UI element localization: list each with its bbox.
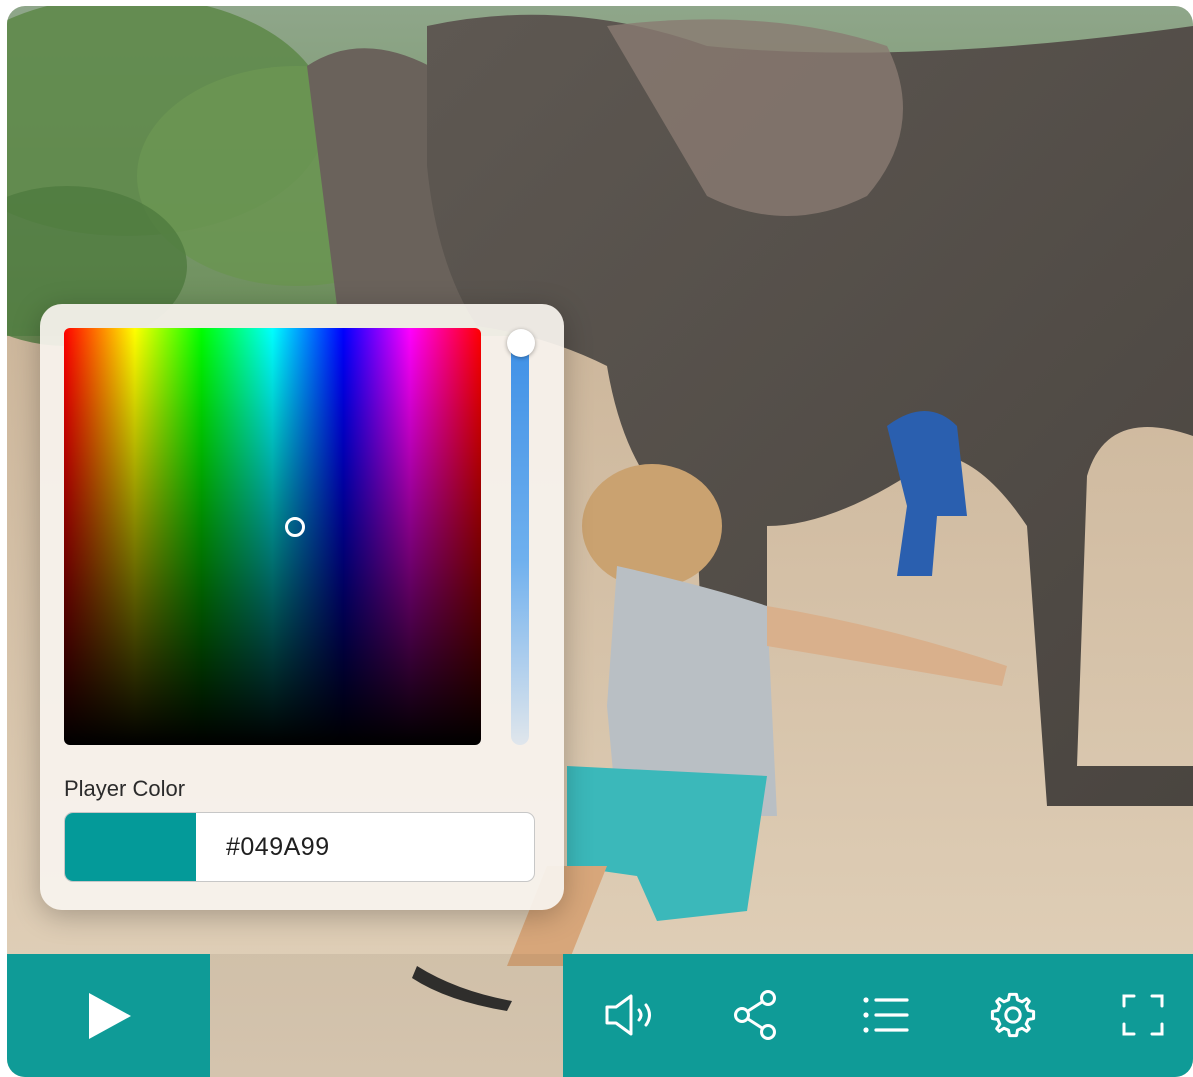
share-icon <box>734 990 776 1040</box>
saturation-cursor[interactable] <box>285 517 305 537</box>
volume-icon <box>605 994 651 1036</box>
play-icon <box>88 992 131 1039</box>
progress-area[interactable] <box>210 954 563 1077</box>
hue-slider-thumb[interactable] <box>507 329 535 357</box>
fullscreen-button[interactable] <box>1113 985 1173 1045</box>
color-swatch <box>65 813 196 881</box>
controls-right <box>563 954 1193 1077</box>
volume-button[interactable] <box>600 985 660 1045</box>
player-color-label: Player Color <box>64 776 186 801</box>
control-bar <box>7 954 1193 1077</box>
video-player: Player Color #049A99 <box>7 6 1193 1077</box>
player-color-field[interactable]: #049A99 <box>64 812 535 882</box>
hex-value-input[interactable]: #049A99 <box>226 813 330 881</box>
color-picker-popover: Player Color #049A99 <box>40 304 564 910</box>
play-button[interactable] <box>7 954 210 1077</box>
settings-button[interactable] <box>983 985 1043 1045</box>
playlist-button[interactable] <box>856 985 916 1045</box>
list-icon <box>863 997 909 1033</box>
gear-icon <box>990 992 1036 1038</box>
hue-slider-track[interactable] <box>511 332 529 745</box>
share-button[interactable] <box>726 985 786 1045</box>
saturation-field[interactable] <box>64 328 481 745</box>
fullscreen-icon <box>1122 994 1164 1036</box>
